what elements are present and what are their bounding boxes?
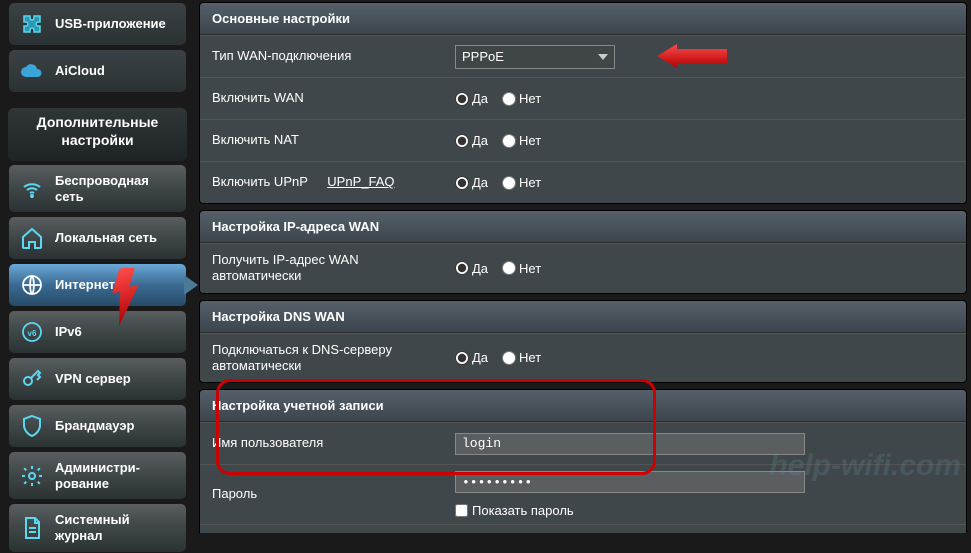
sidebar-item-firewall[interactable]: Брандмауэр (8, 404, 187, 448)
row-password: Пароль Показать пароль (200, 464, 966, 524)
label-enable-upnp: Включить UPnP UPnP_FAQ (200, 166, 455, 198)
panel-header-ip: Настройка IP-адреса WAN (200, 211, 966, 243)
puzzle-icon (19, 11, 45, 37)
globe-icon (19, 272, 45, 298)
label-auto-dns: Подключаться к DNS-серверу автоматически (200, 334, 455, 383)
radio-auto-dns-no[interactable] (502, 351, 516, 365)
panel-header-account: Настройка учетной записи (200, 390, 966, 422)
radio-auto-dns-yes[interactable] (455, 351, 469, 365)
home-icon (19, 225, 45, 251)
radio-auto-ip-yes[interactable] (455, 261, 469, 275)
label-auto-ip: Получить IP-адрес WAN автоматически (200, 244, 455, 293)
wifi-icon (19, 176, 45, 202)
label-idle-timeout: Время отключения при простое в секундах:… (200, 525, 455, 533)
section-header-advanced: Дополнительные настройки (8, 108, 187, 161)
row-idle-timeout: Время отключения при простое в секундах:… (200, 524, 966, 533)
sidebar-item-syslog[interactable]: Системный журнал (8, 503, 187, 552)
wan-type-select[interactable]: PPPoE (455, 45, 615, 69)
sidebar-item-usb-app[interactable]: USB-приложение (8, 2, 187, 46)
document-icon (19, 515, 45, 541)
username-input[interactable] (455, 433, 805, 455)
sidebar-item-lan[interactable]: Локальная сеть (8, 216, 187, 260)
row-auto-dns: Подключаться к DNS-серверу автоматически… (200, 333, 966, 383)
sidebar-item-label: USB-приложение (55, 16, 166, 32)
main-content: Основные настройки Тип WAN-подключения P… (195, 0, 971, 533)
panel-basic: Основные настройки Тип WAN-подключения P… (199, 2, 967, 204)
cloud-icon (19, 58, 45, 84)
sidebar-item-aicloud[interactable]: AiCloud (8, 49, 187, 93)
sidebar-item-label: VPN сервер (55, 371, 131, 387)
panel-header-dns: Настройка DNS WAN (200, 301, 966, 333)
ipv6-icon: v6 (19, 319, 45, 345)
sidebar-item-admin[interactable]: Администри-рование (8, 451, 187, 500)
radio-enable-nat-no[interactable] (502, 134, 516, 148)
radio-auto-ip-no[interactable] (502, 261, 516, 275)
svg-text:v6: v6 (28, 329, 37, 338)
sidebar-item-label: IPv6 (55, 324, 82, 340)
sidebar-item-label: Системный журнал (55, 512, 176, 543)
row-enable-wan: Включить WAN Да Нет (200, 77, 966, 119)
annotation-arrow-icon (102, 268, 152, 331)
key-icon (19, 366, 45, 392)
sidebar-item-vpn[interactable]: VPN сервер (8, 357, 187, 401)
label-username: Имя пользователя (200, 427, 455, 459)
row-username: Имя пользователя (200, 422, 966, 464)
sidebar-item-wireless[interactable]: Беспроводная сеть (8, 164, 187, 213)
sidebar-item-ipv6[interactable]: v6 IPv6 (8, 310, 187, 354)
label-wan-type: Тип WAN-подключения (200, 40, 455, 72)
label-password: Пароль (200, 478, 455, 510)
sidebar-item-internet[interactable]: Интернет (8, 263, 187, 307)
show-password-checkbox[interactable] (455, 504, 468, 517)
row-auto-ip: Получить IP-адрес WAN автоматически Да Н… (200, 243, 966, 293)
panel-header-basic: Основные настройки (200, 3, 966, 35)
row-enable-upnp: Включить UPnP UPnP_FAQ Да Нет (200, 161, 966, 203)
label-enable-nat: Включить NAT (200, 124, 455, 156)
sidebar-item-label: Локальная сеть (55, 230, 157, 246)
annotation-arrow-icon (657, 44, 727, 71)
radio-enable-wan-no[interactable] (502, 92, 516, 106)
sidebar-item-label: AiCloud (55, 63, 105, 79)
label-enable-wan: Включить WAN (200, 82, 455, 114)
panel-ip: Настройка IP-адреса WAN Получить IP-адре… (199, 210, 967, 294)
row-wan-type: Тип WAN-подключения PPPoE (200, 35, 966, 77)
sidebar-item-label: Брандмауэр (55, 418, 134, 434)
radio-enable-nat-yes[interactable] (455, 134, 469, 148)
panel-account: Настройка учетной записи Имя пользовател… (199, 389, 967, 533)
show-password-label: Показать пароль (472, 503, 574, 518)
shield-icon (19, 413, 45, 439)
password-input[interactable] (455, 471, 805, 493)
sidebar: USB-приложение AiCloud Дополнительные на… (0, 0, 195, 533)
radio-enable-wan-yes[interactable] (455, 92, 469, 106)
gear-icon (19, 463, 45, 489)
sidebar-item-label: Администри-рование (55, 460, 176, 491)
radio-enable-upnp-yes[interactable] (455, 176, 469, 190)
upnp-faq-link[interactable]: UPnP_FAQ (327, 174, 394, 189)
panel-dns: Настройка DNS WAN Подключаться к DNS-сер… (199, 300, 967, 384)
sidebar-item-label: Беспроводная сеть (55, 173, 176, 204)
radio-enable-upnp-no[interactable] (502, 176, 516, 190)
row-enable-nat: Включить NAT Да Нет (200, 119, 966, 161)
